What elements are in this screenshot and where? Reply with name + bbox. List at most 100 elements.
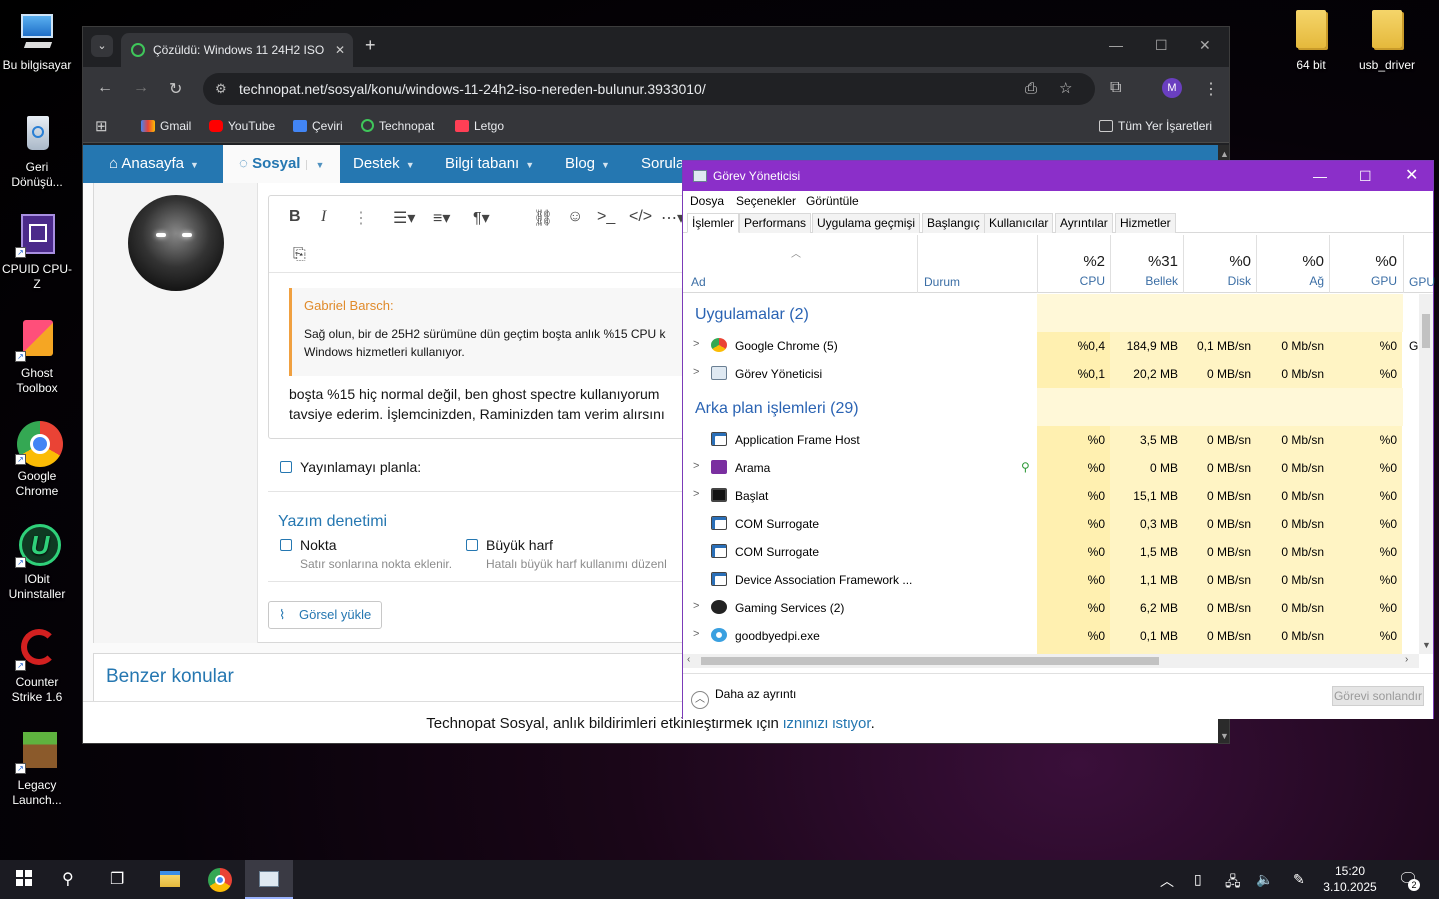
expand-chevron-icon[interactable]: > bbox=[693, 488, 699, 500]
code-block-icon[interactable]: </> bbox=[629, 208, 652, 226]
show-hidden-icons-icon[interactable]: ︿ bbox=[1160, 871, 1174, 891]
menu-view[interactable]: Görüntüle bbox=[806, 194, 859, 208]
tab-users[interactable]: Kullanıcılar bbox=[984, 213, 1054, 233]
desktop-icon-chrome[interactable]: ↗ Google Chrome bbox=[0, 421, 74, 499]
close-icon[interactable]: ✕ bbox=[1199, 37, 1211, 54]
extensions-icon[interactable]: ⧉ bbox=[1110, 79, 1121, 97]
network-icon[interactable]: 🖧 bbox=[1225, 871, 1241, 895]
taskbar-task-manager[interactable] bbox=[245, 860, 293, 899]
nav-questions[interactable]: Sorula bbox=[641, 145, 684, 183]
site-info-icon[interactable]: ⚙ bbox=[215, 73, 227, 105]
tab-processes[interactable]: İşlemler bbox=[687, 213, 740, 233]
windows-start-icon[interactable] bbox=[16, 870, 32, 886]
desktop-icon-iobit[interactable]: U ↗ IObit Uninstaller bbox=[0, 524, 74, 602]
more-options-icon[interactable]: ⋮ bbox=[353, 208, 369, 228]
close-icon[interactable]: ✕ bbox=[1405, 161, 1418, 191]
file-explorer-icon[interactable] bbox=[160, 871, 180, 887]
clock[interactable]: 15:20 3.10.2025 bbox=[1322, 863, 1378, 895]
tab-performance[interactable]: Performans bbox=[739, 213, 812, 233]
nav-social[interactable]: ◌ Sosyal ▼ bbox=[223, 145, 341, 183]
table-row[interactable]: Device Association Framework ... %0 1,1 … bbox=[683, 566, 1418, 594]
bookmark-translate[interactable]: Çeviri bbox=[293, 119, 343, 133]
scroll-thumb[interactable] bbox=[1422, 314, 1430, 348]
scroll-thumb[interactable] bbox=[701, 657, 1159, 665]
reply-editor[interactable]: B I ⋮ ☰▾ ≡▾ ¶▾ ⛓ ☺ >_ </> ⋯▾ ⎘ Gabriel B… bbox=[268, 195, 719, 439]
maximize-icon[interactable]: ☐ bbox=[1359, 161, 1372, 191]
preview-icon[interactable]: ⎘ bbox=[293, 246, 306, 264]
col-memory[interactable]: %31 Bellek bbox=[1110, 253, 1178, 288]
process-list-scrollbar[interactable]: ▼ bbox=[1419, 294, 1433, 654]
col-status[interactable]: Durum bbox=[924, 275, 960, 289]
paragraph-icon[interactable]: ¶▾ bbox=[473, 208, 490, 228]
bold-icon[interactable]: B bbox=[289, 208, 301, 226]
desktop-icon-recycle-bin[interactable]: Geri Dönüşü... bbox=[0, 112, 74, 190]
tab-search-button[interactable]: ⌄ bbox=[91, 35, 113, 57]
minimize-icon[interactable]: — bbox=[1313, 161, 1327, 191]
maximize-icon[interactable]: ☐ bbox=[1155, 37, 1168, 54]
period-checkbox[interactable] bbox=[280, 539, 292, 551]
process-list-hscrollbar[interactable]: ‹ › bbox=[683, 654, 1419, 668]
bookmark-star-icon[interactable]: ☆ bbox=[1059, 73, 1072, 105]
table-row[interactable]: COM Surrogate %0 1,5 MB 0 MB/sn 0 Mb/sn … bbox=[683, 538, 1418, 566]
bookmark-youtube[interactable]: YouTube bbox=[209, 119, 275, 133]
scroll-down-icon[interactable]: ▼ bbox=[1220, 731, 1229, 741]
scroll-left-icon[interactable]: ‹ bbox=[687, 654, 690, 665]
desktop-folder-usb-driver[interactable]: usb_driver bbox=[1350, 10, 1424, 73]
scroll-right-icon[interactable]: › bbox=[1405, 654, 1408, 665]
expand-chevron-icon[interactable]: > bbox=[693, 338, 699, 350]
desktop-icon-legacy-launcher[interactable]: ↗ Legacy Launch... bbox=[0, 730, 74, 808]
table-row[interactable]: COM Surrogate %0 0,3 MB 0 MB/sn 0 Mb/sn … bbox=[683, 510, 1418, 538]
expand-chevron-icon[interactable]: > bbox=[693, 628, 699, 640]
scroll-up-icon[interactable]: ▲ bbox=[1220, 149, 1229, 159]
tab-services[interactable]: Hizmetler bbox=[1115, 213, 1176, 233]
nav-support[interactable]: Destek ▼ bbox=[353, 145, 415, 183]
desktop-icon-cpuz[interactable]: ↗ CPUID CPU-Z bbox=[0, 214, 74, 292]
reply-text[interactable]: boşta %15 hiç normal değil, ben ghost sp… bbox=[289, 384, 665, 424]
install-app-icon[interactable]: ⎙ bbox=[1025, 73, 1037, 105]
tab-close-icon[interactable]: ✕ bbox=[335, 33, 345, 67]
tab-startup[interactable]: Başlangıç bbox=[922, 213, 985, 233]
table-row[interactable]: > Arama ⚲ %0 0 MB 0 MB/sn 0 Mb/sn %0 bbox=[683, 454, 1418, 482]
menu-options[interactable]: Seçenekler bbox=[736, 194, 796, 208]
tablet-icon[interactable]: ▯ bbox=[1194, 871, 1202, 888]
bookmark-letgo[interactable]: Letgo bbox=[455, 119, 504, 133]
italic-icon[interactable]: I bbox=[321, 208, 326, 226]
capital-checkbox[interactable] bbox=[466, 539, 478, 551]
end-task-button[interactable]: Görevi sonlandır bbox=[1332, 686, 1424, 706]
col-name[interactable]: Ad bbox=[691, 275, 706, 289]
menu-file[interactable]: Dosya bbox=[690, 194, 724, 208]
nav-knowledge-base[interactable]: Bilgi tabanı ▼ bbox=[445, 145, 534, 183]
browser-tab[interactable]: Çözüldü: Windows 11 24H2 ISO ✕ bbox=[121, 33, 353, 67]
user-avatar[interactable] bbox=[128, 195, 224, 291]
tab-app-history[interactable]: Uygulama geçmişi bbox=[812, 213, 921, 233]
forward-icon[interactable]: → bbox=[133, 79, 149, 97]
table-row[interactable]: > goodbyedpi.exe %0 0,1 MB 0 MB/sn 0 Mb/… bbox=[683, 622, 1418, 650]
menu-kebab-icon[interactable]: ⋮ bbox=[1203, 79, 1219, 99]
table-row[interactable]: > Başlat %0 15,1 MB 0 MB/sn 0 Mb/sn %0 bbox=[683, 482, 1418, 510]
task-view-icon[interactable]: ❐ bbox=[110, 869, 124, 889]
upload-image-button[interactable]: ⌇ Görsel yükle bbox=[268, 601, 382, 629]
scroll-down-icon[interactable]: ▼ bbox=[1422, 640, 1431, 650]
apps-grid-icon[interactable]: ⊞ bbox=[95, 117, 108, 135]
desktop-icon-this-pc[interactable]: Bu bilgisayar bbox=[0, 10, 74, 73]
table-row[interactable]: Application Frame Host %0 3,5 MB 0 MB/sn… bbox=[683, 426, 1418, 454]
notifications-icon[interactable]: 🗨 2 bbox=[1398, 869, 1420, 891]
reload-icon[interactable]: ↻ bbox=[169, 79, 182, 99]
tab-details[interactable]: Ayrıntılar bbox=[1055, 213, 1113, 233]
bookmark-technopat[interactable]: Technopat bbox=[361, 119, 434, 133]
desktop-folder-64bit[interactable]: 64 bit bbox=[1274, 10, 1348, 73]
list-icon[interactable]: ☰▾ bbox=[393, 208, 415, 228]
align-icon[interactable]: ≡▾ bbox=[433, 208, 450, 228]
profile-avatar[interactable]: M bbox=[1162, 78, 1182, 98]
back-icon[interactable]: ← bbox=[97, 79, 113, 97]
schedule-checkbox[interactable] bbox=[280, 461, 292, 473]
col-gpu[interactable]: %0 GPU bbox=[1329, 253, 1397, 288]
col-network[interactable]: %0 Ağ bbox=[1256, 253, 1324, 288]
tm-title-bar[interactable]: Görev Yöneticisi — ☐ ✕ bbox=[683, 161, 1433, 191]
expand-chevron-icon[interactable]: > bbox=[693, 366, 699, 378]
address-bar[interactable]: ⚙ technopat.net/sosyal/konu/windows-11-2… bbox=[203, 73, 1095, 105]
expand-chevron-icon[interactable]: > bbox=[693, 460, 699, 472]
expand-chevron-icon[interactable]: > bbox=[693, 600, 699, 612]
search-icon[interactable]: ⚲ bbox=[62, 869, 74, 889]
volume-icon[interactable]: 🔈 bbox=[1256, 871, 1273, 888]
